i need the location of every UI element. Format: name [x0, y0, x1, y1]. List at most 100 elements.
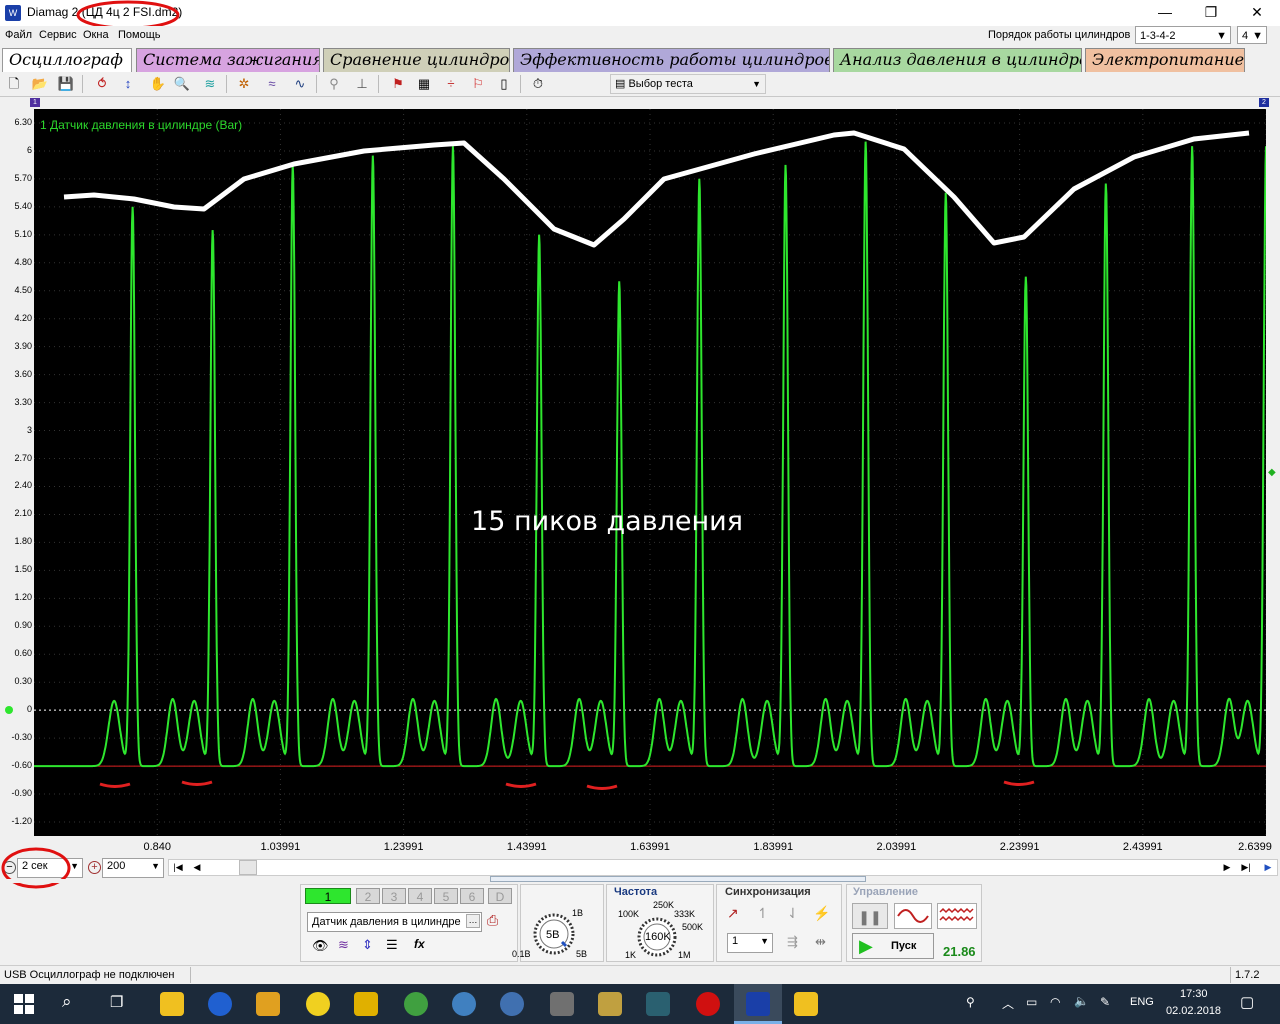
rising-edge-icon[interactable]: ↗	[727, 905, 739, 922]
overlay-icon[interactable]: ∿	[290, 74, 310, 94]
wave-icon[interactable]: ≈	[262, 74, 282, 94]
first-page-icon[interactable]: |◀	[169, 860, 187, 875]
save-icon[interactable]: 💾	[56, 74, 76, 94]
test-select[interactable]: ▤ Выбор теста ▼	[610, 74, 766, 94]
tray-chevron-icon[interactable]: ︿	[1002, 995, 1014, 1012]
play-scroll-icon[interactable]: ▶	[1259, 860, 1277, 875]
horizontal-scrollbar[interactable]: |◀ ◀ ▶ ▶| ▶	[168, 859, 1278, 876]
hand-icon[interactable]: ✋	[148, 74, 168, 94]
wave-filter-icon[interactable]: ≋	[338, 937, 349, 953]
bus-icon[interactable]	[598, 992, 622, 1016]
cylinder-count-select[interactable]: 4 ▼	[1237, 26, 1267, 44]
tab-cylinder-compare[interactable]: Сравнение цилиндров	[323, 48, 510, 72]
minimize-button[interactable]: —	[1142, 0, 1188, 26]
menu-help[interactable]: Помощь	[118, 29, 161, 41]
volume-icon[interactable]: 🔈	[1074, 994, 1089, 1008]
tab-oscilloscope[interactable]: Осциллограф	[2, 48, 132, 72]
start-button[interactable]: ▶ Пуск	[852, 933, 934, 959]
cylinder-order-select[interactable]: 1-3-4-2 ▼	[1135, 26, 1231, 44]
app-window-icon[interactable]	[794, 992, 818, 1016]
sensor-browse-button[interactable]: …	[466, 914, 480, 928]
menu-windows[interactable]: Окна	[83, 29, 109, 41]
marker-1[interactable]: 1	[30, 98, 40, 107]
notifications-icon[interactable]: ▢	[1240, 993, 1254, 1011]
zero-icon[interactable]: ⊥	[352, 74, 372, 94]
points-select[interactable]: 200 ▼	[102, 858, 164, 878]
multi-wave-button[interactable]	[937, 903, 977, 929]
sync-channel-select[interactable]: 1 ▼	[727, 933, 773, 953]
close-button[interactable]: ✕	[1234, 0, 1280, 26]
tab-efficiency[interactable]: Эффективность работы цилиндров	[513, 48, 830, 72]
zoom-in-icon[interactable]: +	[88, 861, 101, 874]
explorer-icon[interactable]	[160, 992, 184, 1016]
vertical-arrows-icon[interactable]: ⇕	[362, 937, 373, 953]
tab-pressure-analysis[interactable]: Анализ давления в цилиндре	[833, 48, 1082, 72]
tab-ignition[interactable]: Система зажигания	[136, 48, 320, 72]
menu-file[interactable]: Файл	[5, 29, 32, 41]
tool-icon[interactable]	[256, 992, 280, 1016]
channel-2-button[interactable]: 2	[356, 888, 380, 904]
marker-filter-icon[interactable]: ⚑	[388, 74, 408, 94]
pause-button[interactable]: ❚❚	[852, 903, 888, 929]
search-icon[interactable]: ⌕	[62, 992, 72, 1012]
car-icon[interactable]	[452, 992, 476, 1016]
filter-icon[interactable]: ≋	[200, 74, 220, 94]
task-view-icon[interactable]: ❐	[110, 993, 123, 1011]
eye-icon[interactable]: 👁	[312, 938, 329, 954]
opera-icon[interactable]	[696, 992, 720, 1016]
plus-app-icon[interactable]	[306, 992, 330, 1016]
open-folder-icon[interactable]: 📂	[30, 74, 50, 94]
menu-service[interactable]: Сервис	[39, 29, 77, 41]
auto-icon[interactable]: ⚲	[324, 74, 344, 94]
split-icon[interactable]: ÷	[441, 74, 461, 94]
engine-icon[interactable]	[354, 992, 378, 1016]
scroll-left-icon[interactable]: ◀	[189, 860, 205, 875]
globe-icon[interactable]	[208, 992, 232, 1016]
channel-6-button[interactable]: 6	[460, 888, 484, 904]
channel-4-button[interactable]: 4	[408, 888, 432, 904]
sync-down-icon[interactable]: ⇃	[787, 905, 799, 922]
lines-icon[interactable]: ☰	[386, 937, 398, 953]
pen-icon[interactable]: ✎	[1100, 995, 1110, 1009]
spectrum-icon[interactable]: ✲	[234, 74, 254, 94]
channel-3-button[interactable]: 3	[382, 888, 406, 904]
scope-app-icon[interactable]	[646, 992, 670, 1016]
falling-edge-icon[interactable]: ↿	[757, 905, 769, 922]
maximize-button[interactable]: ❐	[1188, 0, 1234, 26]
people-icon[interactable]: ⚲	[966, 995, 975, 1009]
zoom-icon[interactable]: 🔍	[172, 74, 192, 94]
wifi-icon[interactable]: ◠	[1050, 995, 1060, 1009]
clock-date[interactable]: 02.02.2018	[1166, 1005, 1221, 1017]
page-icon[interactable]: ▯	[494, 74, 514, 94]
windows-start-icon[interactable]	[14, 994, 34, 1014]
marker-2[interactable]: 2	[1259, 98, 1269, 107]
oscilloscope-plot[interactable]	[34, 109, 1267, 836]
channel-d-button[interactable]: D	[488, 888, 512, 904]
sensor-field[interactable]: Датчик давления в цилиндре	[307, 912, 482, 932]
sync-level-icon[interactable]: ⇶	[787, 934, 798, 950]
battery-icon[interactable]: ▭	[1026, 995, 1037, 1009]
channel-5-button[interactable]: 5	[434, 888, 458, 904]
scroll-right-icon[interactable]: ▶	[1219, 860, 1235, 875]
tab-power[interactable]: Электропитание	[1085, 48, 1245, 72]
panel-splitter[interactable]	[490, 876, 866, 882]
single-wave-button[interactable]	[894, 903, 932, 929]
chip-icon[interactable]	[550, 992, 574, 1016]
measure-icon[interactable]: ↕	[118, 74, 138, 94]
flag-icon[interactable]: ⚐	[468, 74, 488, 94]
sync-auto-icon[interactable]: ⚡	[813, 905, 830, 922]
new-file-icon[interactable]: 🗋	[4, 74, 24, 94]
language-indicator[interactable]: ENG	[1130, 996, 1154, 1008]
last-page-icon[interactable]: ▶|	[1237, 860, 1255, 875]
trigger-marker[interactable]: ◆	[1268, 467, 1276, 478]
clock-time[interactable]: 17:30	[1180, 988, 1208, 1000]
t-app-icon[interactable]	[500, 992, 524, 1016]
sync-center-icon[interactable]: ⇹	[815, 934, 826, 950]
sensor-settings-icon[interactable]: ⎙	[487, 912, 498, 929]
channel-1-button[interactable]: 1	[305, 888, 351, 904]
auto-timer-icon[interactable]: ⏱	[528, 74, 548, 94]
active-app-highlight[interactable]	[734, 984, 782, 1024]
chrome-like-icon[interactable]	[404, 992, 428, 1016]
scroll-thumb[interactable]	[239, 860, 257, 875]
grid-icon[interactable]: ▦	[414, 74, 434, 94]
